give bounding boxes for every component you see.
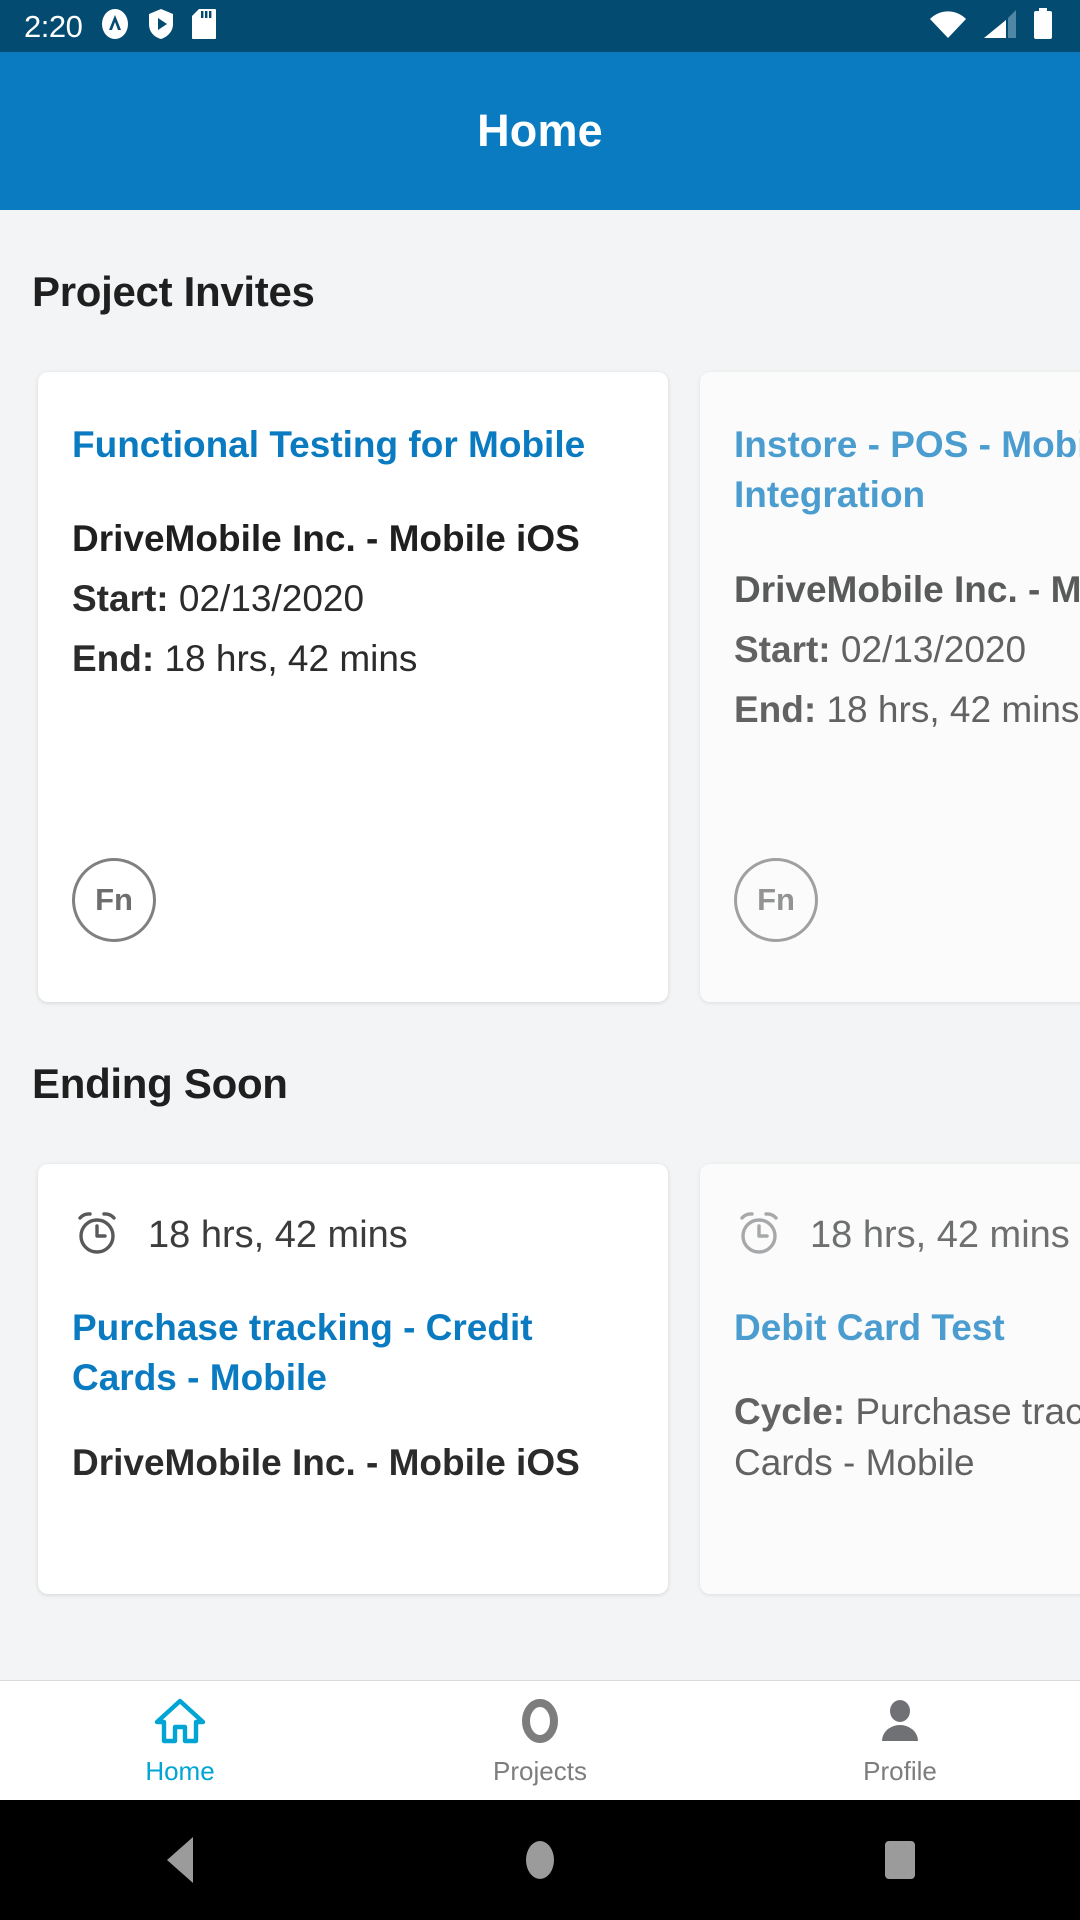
ending-cycle-label: Cycle: [734,1391,845,1432]
battery-icon [1032,8,1054,45]
nav-item-home[interactable]: Home [0,1681,360,1800]
invite-org-name: DriveMobile Inc. - Mobile iOS [734,569,1080,611]
status-bar-right [928,8,1054,45]
ending-time-row: 18 hrs, 42 mins [734,1208,1080,1263]
alarm-clock-icon [734,1208,784,1263]
ending-soon-card[interactable]: 18 hrs, 42 mins Purchase tracking - Cred… [38,1164,668,1594]
ending-cycle-row: Cycle: Purchase tracking - Credit Cards … [734,1387,1080,1488]
android-recents-button[interactable] [810,1841,990,1879]
ending-project-title[interactable]: Purchase tracking - Credit Cards - Mobil… [72,1303,668,1404]
ending-time-remaining: 18 hrs, 42 mins [810,1214,1070,1257]
nav-label-home: Home [145,1758,214,1784]
invite-project-title[interactable]: Instore - POS - Mobile Integration [734,420,1080,521]
app-bar: Home [0,52,1080,210]
alarm-clock-icon [72,1208,122,1263]
project-invite-card[interactable]: Functional Testing for Mobile DriveMobil… [38,372,668,1002]
android-home-button[interactable] [450,1841,630,1879]
ending-soon-card[interactable]: 18 hrs, 42 mins Debit Card Test Cycle: P… [700,1164,1080,1594]
invite-start-value: 02/13/2020 [179,578,364,619]
app-notification-icon [100,8,130,45]
wifi-icon [928,8,968,45]
page-title: Home [477,105,603,157]
back-triangle-icon [167,1837,193,1883]
invite-end-label: End: [72,638,154,679]
project-invite-card[interactable]: Instore - POS - Mobile Integration Drive… [700,372,1080,1002]
ending-project-title[interactable]: Debit Card Test [734,1303,1080,1353]
android-system-navigation [0,1800,1080,1920]
person-icon [874,1698,926,1749]
status-bar: 2:20 [0,0,1080,52]
nav-label-profile: Profile [863,1758,937,1784]
invite-end-row: End: 18 hrs, 42 mins [734,689,1080,731]
avatar[interactable]: Fn [734,858,818,942]
invite-end-row: End: 18 hrs, 42 mins [72,638,668,680]
ending-soon-carousel[interactable]: 18 hrs, 42 mins Purchase tracking - Cred… [0,1164,1080,1594]
main-content[interactable]: Project Invites Functional Testing for M… [0,210,1080,1680]
invite-end-value: 18 hrs, 42 mins [164,638,417,679]
home-icon [154,1698,206,1749]
ending-org-name: DriveMobile Inc. - Mobile iOS [72,1438,668,1488]
cellular-signal-icon [982,8,1018,45]
invite-start-label: Start: [72,578,169,619]
ending-org-text: DriveMobile Inc. - Mobile iOS [72,1442,580,1483]
invite-end-label: End: [734,689,816,730]
status-bar-clock: 2:20 [24,11,82,42]
invite-start-label: Start: [734,629,831,670]
recent-square-icon [885,1841,915,1879]
ending-time-remaining: 18 hrs, 42 mins [148,1214,408,1257]
nav-item-projects[interactable]: Projects [360,1681,720,1800]
project-invites-carousel[interactable]: Functional Testing for Mobile DriveMobil… [0,372,1080,1002]
android-back-button[interactable] [90,1837,270,1883]
invite-start-row: Start: 02/13/2020 [734,629,1080,671]
nav-item-profile[interactable]: Profile [720,1681,1080,1800]
app-root: 2:20 Home Pro [0,0,1080,1920]
ending-time-row: 18 hrs, 42 mins [72,1208,668,1263]
invite-start-value: 02/13/2020 [841,629,1026,670]
bottom-navigation: Home Projects Profile [0,1680,1080,1800]
invite-start-row: Start: 02/13/2020 [72,578,668,620]
home-circle-icon [526,1841,554,1879]
nav-label-projects: Projects [493,1758,587,1784]
section-title-project-invites: Project Invites [0,210,1080,316]
circle-icon [514,1698,566,1749]
avatar[interactable]: Fn [72,858,156,942]
status-bar-left: 2:20 [24,8,216,45]
section-title-ending-soon: Ending Soon [0,1002,1080,1108]
sd-card-icon [192,8,216,45]
invite-org-name: DriveMobile Inc. - Mobile iOS [72,518,668,560]
invite-end-value: 18 hrs, 42 mins [826,689,1079,730]
play-shield-icon [148,8,174,45]
invite-project-title[interactable]: Functional Testing for Mobile [72,420,668,470]
